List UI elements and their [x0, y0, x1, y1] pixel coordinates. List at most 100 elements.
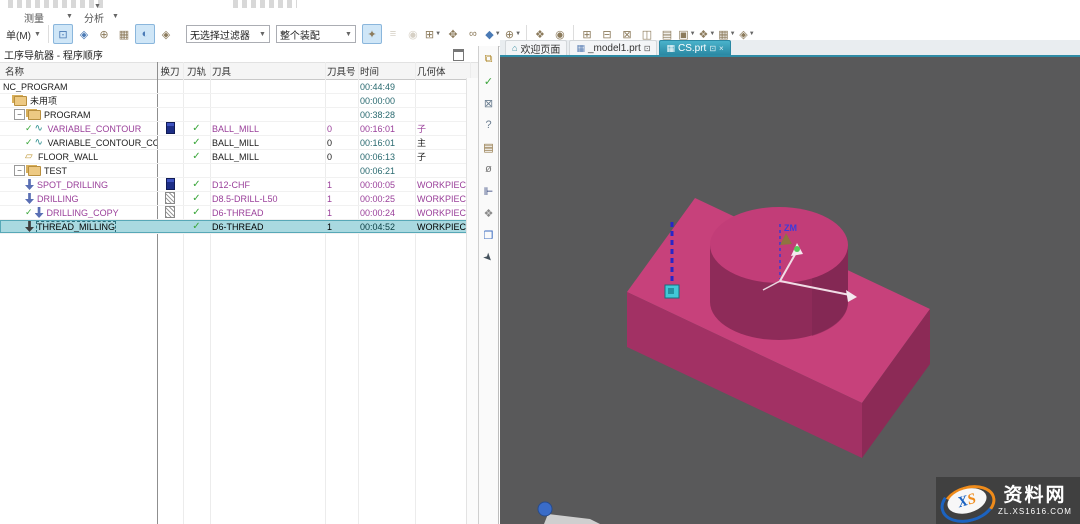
expander-icon[interactable]: − [14, 109, 25, 120]
toolbar-left-icon-5[interactable]: ◈ [157, 25, 175, 43]
unshow-icon[interactable]: ø [481, 162, 496, 176]
tree-row-TEST[interactable]: − TEST 00:06:21 [0, 164, 478, 178]
toolbar-separator [48, 25, 49, 43]
panel-window-icon[interactable] [453, 49, 464, 61]
drill-icon [25, 179, 34, 190]
window-icon[interactable]: ⊡ [709, 44, 716, 53]
operation-name[interactable]: VARIABLE_CONTOUR [48, 124, 142, 134]
tree-row-SPOT_DRILLING[interactable]: SPOT_DRILLING✓D12-CHF100:00:05WORKPIECE [0, 178, 478, 192]
assembly-navigator-icon[interactable]: ⧉ [481, 52, 496, 66]
operation-name[interactable]: VARIABLE_CONTOUR_COPY [48, 138, 157, 148]
tree-row-THREAD_MILLING[interactable]: THREAD_MILLING✓D6-THREAD100:04:52WORKPIE… [0, 220, 478, 234]
3d-canvas[interactable]: ZM XS 资料网 ZL.XS1616.COM [500, 57, 1080, 524]
tree-row-未用项[interactable]: 未用项00:00:00 [0, 94, 478, 108]
watermark: XS 资料网 ZL.XS1616.COM [936, 477, 1080, 524]
part-cylinder-top-face[interactable] [710, 207, 848, 283]
tab-label: _model1.prt [588, 43, 641, 54]
toolchange-cell [157, 206, 183, 220]
operation-name[interactable]: FLOOR_WALL [38, 152, 98, 162]
tool-number-cell: 1 [325, 180, 358, 190]
operation-name[interactable]: PROGRAM [44, 110, 91, 120]
operation-name[interactable]: SPOT_DRILLING [37, 180, 108, 190]
toolpath-ok-icon: ✓ [192, 137, 200, 148]
constraint-navigator-icon[interactable]: ✓ [481, 74, 496, 88]
time-cell: 00:44:49 [358, 82, 415, 92]
geometry-cell: 子 [415, 150, 470, 163]
toolbar-right-icon-5[interactable]: ∞ [464, 25, 482, 43]
watermark-site: ZL.XS1616.COM [998, 507, 1072, 516]
tree-row-FLOOR_WALL[interactable]: ▱FLOOR_WALL✓BALL_MILL000:06:13子 [0, 150, 478, 164]
drill-icon [35, 207, 44, 218]
chevron-down-icon: ▼ [94, 3, 101, 10]
part-navigator-icon[interactable]: ⊠ [481, 96, 496, 110]
time-cell: 00:04:52 [358, 222, 415, 232]
chevron-down-icon[interactable]: ▼ [66, 13, 73, 20]
tree-row-DRILLING[interactable]: DRILLING✓D8.5-DRILL-L50100:00:25WORKPIEC… [0, 192, 478, 206]
operation-name[interactable]: DRILLING_COPY [47, 208, 119, 218]
time-cell: 00:00:24 [358, 208, 415, 218]
geometry-cell: WORKPIECE [415, 222, 470, 232]
time-cell: 00:06:21 [358, 166, 415, 176]
simulation-icon[interactable]: ❒ [481, 228, 496, 242]
toolbar-left-icon-1[interactable]: ◈ [75, 25, 93, 43]
clipped-ribbon-buttons [8, 0, 104, 8]
chevron-down-icon: ▼ [749, 31, 755, 37]
close-icon[interactable]: × [719, 44, 724, 53]
name-cell: ✓ DRILLING_COPY [0, 207, 157, 218]
operation-name[interactable]: DRILLING [37, 194, 79, 204]
tree-row-PROGRAM[interactable]: −PROGRAM00:38:28 [0, 108, 478, 122]
selection-scope-combo[interactable]: 整个装配 ▼ [276, 25, 356, 43]
toolbar-left-icon-2[interactable]: ⊕ [95, 25, 113, 43]
tab-cs-active[interactable]: ▦ CS.prt ⊡ × [659, 40, 730, 55]
name-cell: SPOT_DRILLING [0, 179, 157, 190]
folder-icon [28, 110, 41, 120]
operation-name[interactable]: NC_PROGRAM [3, 82, 68, 92]
toolbar-right-icon-0[interactable]: ✦ [362, 24, 382, 44]
machine-tool-navigator-icon[interactable]: ❖ [481, 206, 496, 220]
panel-scrollbar[interactable] [466, 78, 478, 524]
folder-icon [28, 166, 41, 176]
toolbar-left-icon-0[interactable]: ⊡ [53, 24, 73, 44]
toolbar-right-icon-4[interactable]: ✥ [444, 25, 462, 43]
time-cell: 00:00:25 [358, 194, 415, 204]
toolbar-right-icon-1[interactable]: ≡ [384, 25, 402, 43]
thread-icon [25, 221, 34, 232]
menu-button[interactable]: 单(M) ▼ [2, 25, 45, 44]
operation-name[interactable]: 未用项 [30, 94, 57, 107]
generated-check-icon: ✓ [25, 207, 33, 218]
operation-name[interactable]: THREAD_MILLING [37, 222, 115, 232]
toolbar-right-icon-3[interactable]: ⊞▼ [424, 25, 442, 43]
selection-filter-combo[interactable]: 无选择过滤器 ▼ [186, 25, 270, 43]
toolbar-right-icon-2[interactable]: ◉ [404, 25, 422, 43]
chevron-down-icon[interactable]: ▼ [112, 13, 119, 20]
toolbar-left-icon-3[interactable]: ▦ [115, 25, 133, 43]
tree-row-NC_PROGRAM[interactable]: NC_PROGRAM 00:44:49 [0, 80, 478, 94]
operation-navigator-icon[interactable]: ⊩ [481, 184, 496, 198]
view-orient-ball[interactable] [538, 502, 552, 516]
graphics-area: ⌂ 欢迎页面 ▦ _model1.prt ⊡ ▦ CS.prt ⊡ × [500, 40, 1080, 524]
fw-icon: ▱ [25, 152, 35, 162]
chevron-down-icon: ▼ [495, 31, 501, 37]
panel-title-bar[interactable]: 工序导航器 - 程序顺序 [0, 46, 478, 62]
toolpath-ok-icon: ✓ [192, 151, 200, 162]
tool-cell: D6-THREAD [210, 208, 325, 218]
toolpath-cell: ✓ [183, 123, 210, 134]
tab-model1[interactable]: ▦ _model1.prt ⊡ [569, 40, 657, 55]
tree-row-DRILLING_COPY[interactable]: ✓DRILLING_COPY✓D6-THREAD100:00:24WORKPIE… [0, 206, 478, 220]
time-cell: 00:00:05 [358, 180, 415, 190]
select-tool-icon[interactable]: ➤ [478, 247, 499, 268]
name-cell: 未用项 [0, 94, 157, 107]
history-icon[interactable]: ▤ [481, 140, 496, 154]
help-icon[interactable]: ? [481, 118, 496, 132]
operation-name[interactable]: TEST [44, 166, 67, 176]
expander-icon[interactable]: − [14, 165, 25, 176]
tool-number-cell: 1 [325, 222, 358, 232]
toolpath-cell: ✓ [183, 179, 210, 190]
toolbar-left-icon-4[interactable]: ◐ [135, 24, 155, 44]
clipped-ribbon-buttons [233, 0, 297, 8]
tree-row-VARIABLE_CONTOUR_COPY[interactable]: ✓∿VARIABLE_CONTOUR_COPY✓BALL_MILL000:16:… [0, 136, 478, 150]
geometry-cell: 主 [415, 136, 470, 149]
tree-row-VARIABLE_CONTOUR[interactable]: ✓∿VARIABLE_CONTOUR✓BALL_MILL000:16:01子 [0, 122, 478, 136]
wcs-origin-ball[interactable] [794, 246, 800, 252]
tab-welcome[interactable]: ⌂ 欢迎页面 [505, 40, 567, 55]
